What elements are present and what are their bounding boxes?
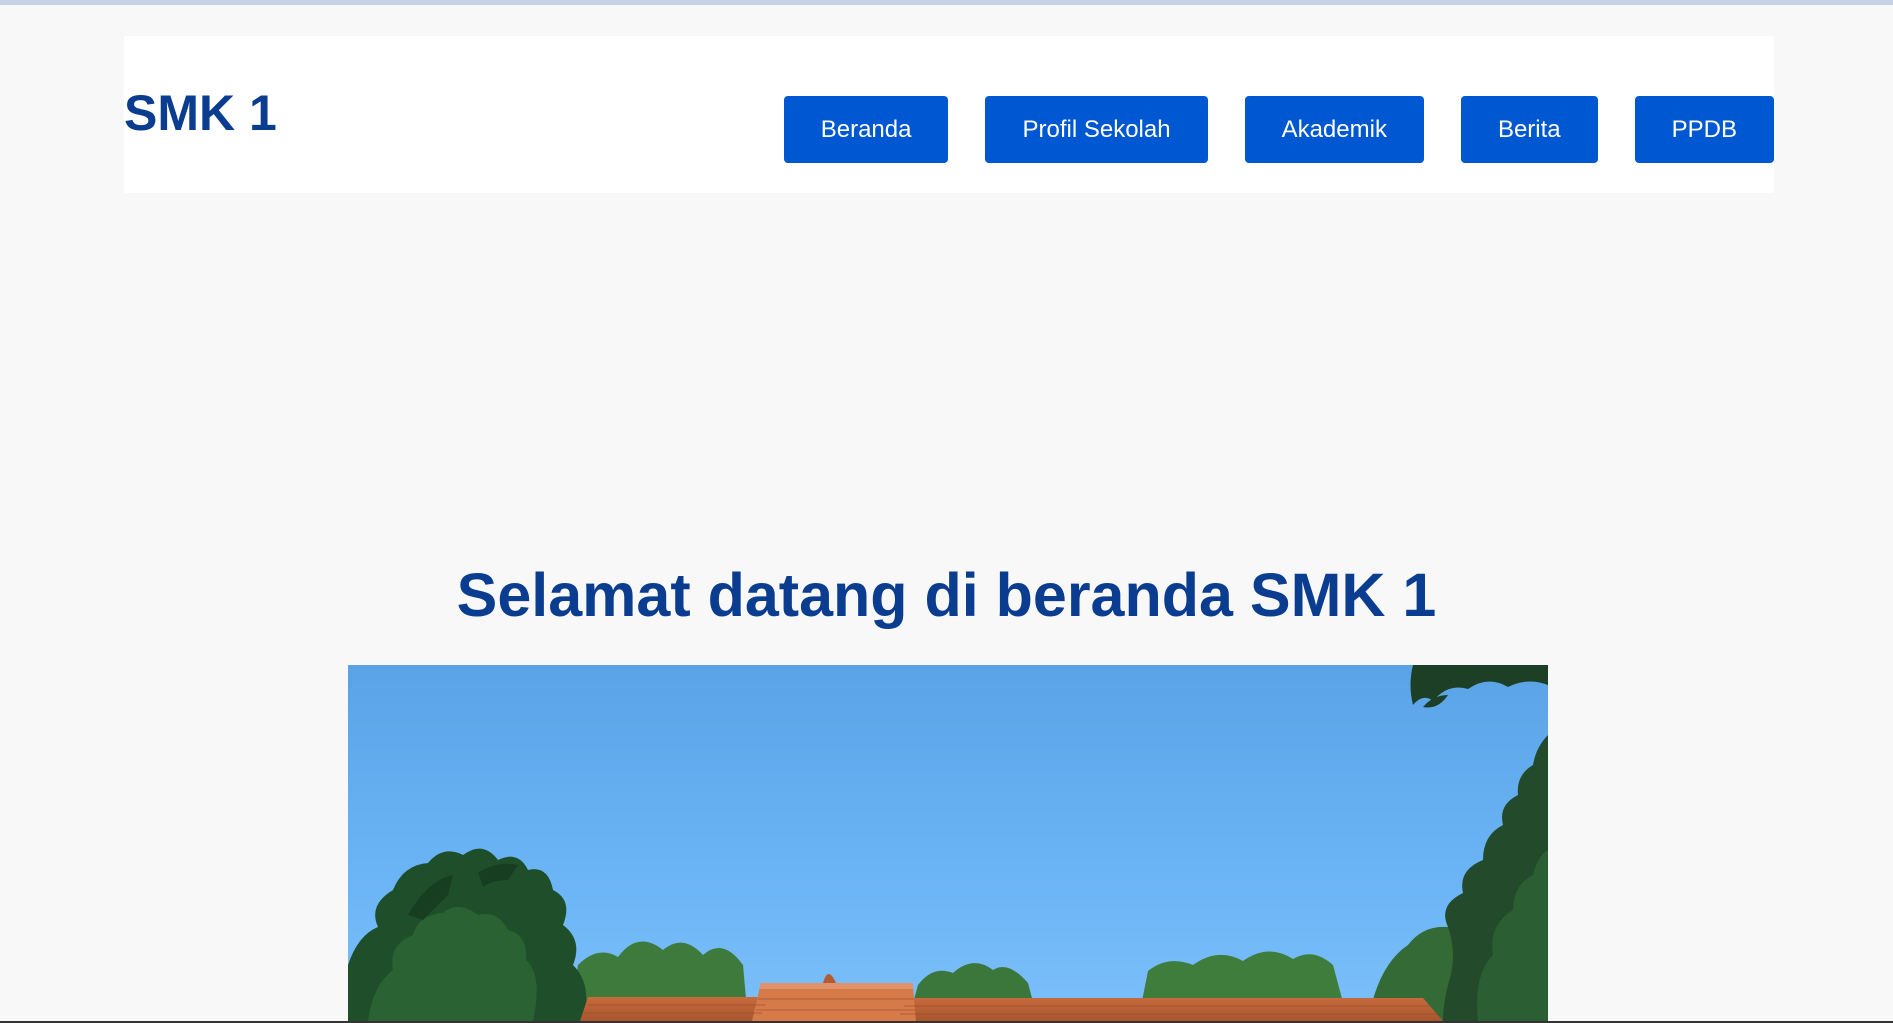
nav-button-berita[interactable]: Berita [1460,96,1598,163]
nav-button-profil-sekolah[interactable]: Profil Sekolah [985,96,1208,163]
welcome-heading: Selamat datang di beranda SMK 1 [456,561,1437,629]
main-nav: Beranda Profil Sekolah Akademik Berita P… [783,96,1774,163]
window-top-border [0,0,1893,5]
school-photo [348,665,1548,1021]
nav-button-akademik[interactable]: Akademik [1244,96,1424,163]
nav-button-ppdb[interactable]: PPDB [1634,96,1774,163]
site-title[interactable]: SMK 1 [124,88,277,138]
site-header: SMK 1 Beranda Profil Sekolah Akademik Be… [124,36,1774,193]
nav-button-beranda[interactable]: Beranda [783,96,949,163]
